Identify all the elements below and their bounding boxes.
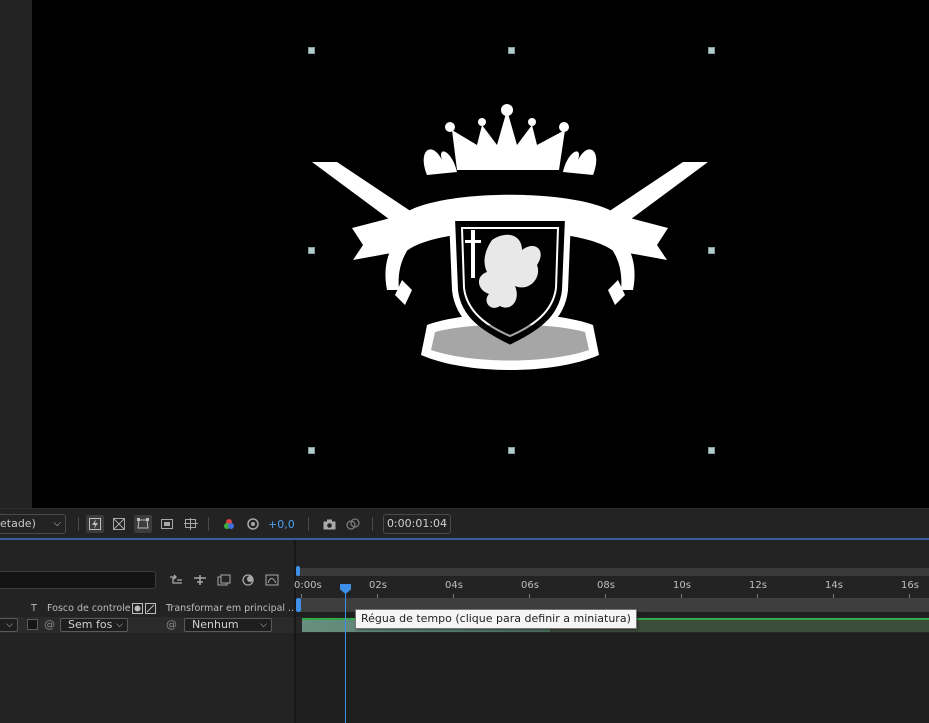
ruler-label: 16s xyxy=(901,580,919,591)
transparency-grid-icon[interactable] xyxy=(110,515,128,533)
resolution-dropdown[interactable]: etade) ⌵ xyxy=(0,514,66,534)
time-graph-area: 0:00s 02s 04s 06s 08s 10s 12s 14s 16s xyxy=(0,540,929,723)
transform-handle-top-left[interactable] xyxy=(308,47,315,54)
ruler-label: 04s xyxy=(445,580,463,591)
resolution-dropdown-value: etade) xyxy=(0,517,36,530)
ruler-label: 08s xyxy=(597,580,615,591)
toolbar-separator xyxy=(372,517,373,531)
toolbar-separator xyxy=(78,517,79,531)
exposure-value[interactable]: +0,0 xyxy=(268,518,295,531)
ruler-label: 12s xyxy=(749,580,767,591)
transform-handle-top-center[interactable] xyxy=(508,47,515,54)
channel-icon[interactable] xyxy=(220,515,238,533)
current-time-display[interactable]: 0:00:01:04 xyxy=(383,514,451,534)
region-of-interest-icon[interactable] xyxy=(158,515,176,533)
current-time-indicator-line xyxy=(345,584,346,723)
ruler-label: 02s xyxy=(369,580,387,591)
toolbar-separator xyxy=(308,517,309,531)
guides-icon[interactable] xyxy=(182,515,200,533)
left-panel-edge xyxy=(0,0,32,508)
reset-exposure-icon[interactable] xyxy=(244,515,262,533)
ruler-label: 0:00s xyxy=(294,580,322,591)
chevron-down-icon: ⌵ xyxy=(53,518,61,529)
work-area-start-handle[interactable] xyxy=(296,598,301,612)
time-navigator-start-handle[interactable] xyxy=(296,566,300,576)
ruler-label: 10s xyxy=(673,580,691,591)
viewer-toolbar: etade) ⌵ +0,0 0:00:01:04 xyxy=(0,508,929,538)
fast-previews-icon[interactable] xyxy=(86,515,104,533)
transform-handle-top-right[interactable] xyxy=(708,47,715,54)
transform-handle-bottom-right[interactable] xyxy=(708,447,715,454)
time-navigator[interactable] xyxy=(296,568,929,576)
after-effects-window: etade) ⌵ +0,0 0:00:01:04 T Fosco de cont… xyxy=(0,0,929,723)
ruler-label: 06s xyxy=(521,580,539,591)
crest-logo-layer[interactable] xyxy=(307,100,713,375)
show-snapshot-icon[interactable] xyxy=(344,515,362,533)
ruler-label: 14s xyxy=(825,580,843,591)
transform-handle-bottom-left[interactable] xyxy=(308,447,315,454)
snapshot-icon[interactable] xyxy=(320,515,338,533)
tooltip: Régua de tempo (clique para definir a mi… xyxy=(355,609,637,629)
mask-visibility-icon[interactable] xyxy=(134,515,152,533)
toolbar-separator xyxy=(208,517,209,531)
transform-handle-bottom-center[interactable] xyxy=(508,447,515,454)
